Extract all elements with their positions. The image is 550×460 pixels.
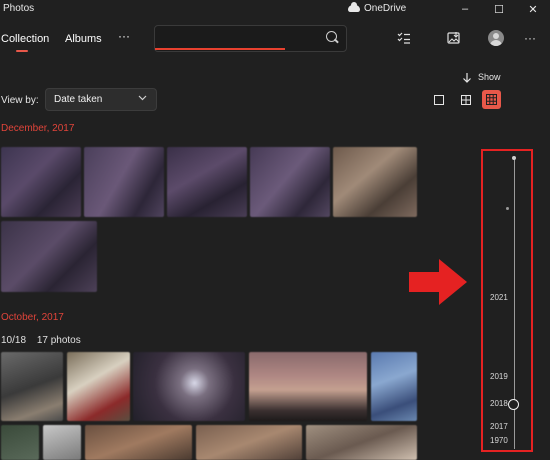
photo-thumbnail[interactable] [196, 425, 302, 460]
timeline-position-knob[interactable] [508, 399, 519, 410]
annotation-arrow-icon [409, 259, 467, 310]
avatar[interactable] [488, 30, 504, 46]
photo-thumbnail[interactable] [43, 425, 81, 460]
search-icon[interactable] [326, 31, 337, 42]
onedrive-label: OneDrive [364, 3, 407, 14]
select-icon[interactable] [396, 30, 412, 46]
nine-squares-icon [486, 94, 497, 105]
timeline-dot [512, 156, 516, 160]
photo-thumbnail[interactable] [1, 352, 63, 421]
show-button[interactable]: Show [478, 72, 501, 82]
onedrive-status[interactable]: OneDrive [348, 2, 407, 14]
tab-collection[interactable]: Collection [1, 33, 49, 45]
cloud-icon [348, 2, 360, 12]
more-options-button[interactable]: ··· [522, 30, 538, 46]
timeline-dot [506, 207, 509, 210]
timeline-label-2019[interactable]: 2019 [490, 372, 508, 381]
timeline-label-2017[interactable]: 2017 [490, 422, 508, 431]
photo-thumbnail[interactable] [250, 147, 330, 217]
chevron-down-icon [138, 93, 147, 103]
photo-thumbnail[interactable] [167, 147, 247, 217]
photo-thumbnail[interactable] [1, 221, 97, 292]
photo-thumbnail[interactable] [133, 352, 245, 421]
view-small-button[interactable] [482, 90, 501, 109]
photo-thumbnail[interactable] [67, 352, 130, 421]
photo-thumbnail[interactable] [1, 147, 81, 217]
timeline-label-2018[interactable]: 2018 [490, 399, 508, 408]
photo-thumbnail[interactable] [333, 147, 417, 217]
minimize-button[interactable]: – [448, 0, 482, 18]
tab-albums[interactable]: Albums [65, 33, 102, 45]
close-button[interactable]: ✕ [516, 0, 550, 18]
single-square-icon [433, 94, 444, 105]
view-by-label: View by: [1, 95, 39, 106]
photo-thumbnail[interactable] [371, 352, 417, 421]
import-icon[interactable] [446, 30, 462, 46]
maximize-button[interactable]: ☐ [482, 0, 516, 18]
photo-thumbnail[interactable] [249, 352, 367, 421]
date-label: 10/18 [1, 335, 27, 346]
app-title: Photos [3, 3, 35, 14]
view-large-button[interactable] [429, 90, 448, 109]
photo-thumbnail[interactable] [306, 425, 417, 460]
search-focus-underline [155, 48, 285, 50]
active-tab-indicator [16, 50, 28, 52]
view-medium-button[interactable] [456, 90, 475, 109]
four-squares-icon [460, 94, 471, 105]
photo-thumbnail[interactable] [85, 425, 192, 460]
timeline-label-1970[interactable]: 1970 [490, 436, 508, 445]
more-tabs-button[interactable]: ··· [118, 29, 130, 43]
photo-thumbnail[interactable] [84, 147, 164, 217]
photo-thumbnail[interactable] [1, 425, 39, 460]
section-title-december-2017: December, 2017 [1, 123, 75, 134]
section-title-october-2017: October, 2017 [1, 312, 64, 323]
photo-count: 17 photos [36, 335, 81, 346]
date-group-label: 10/18 17 photos [1, 335, 81, 346]
timeline-label-2021[interactable]: 2021 [490, 293, 508, 302]
arrow-down-icon [462, 71, 472, 89]
